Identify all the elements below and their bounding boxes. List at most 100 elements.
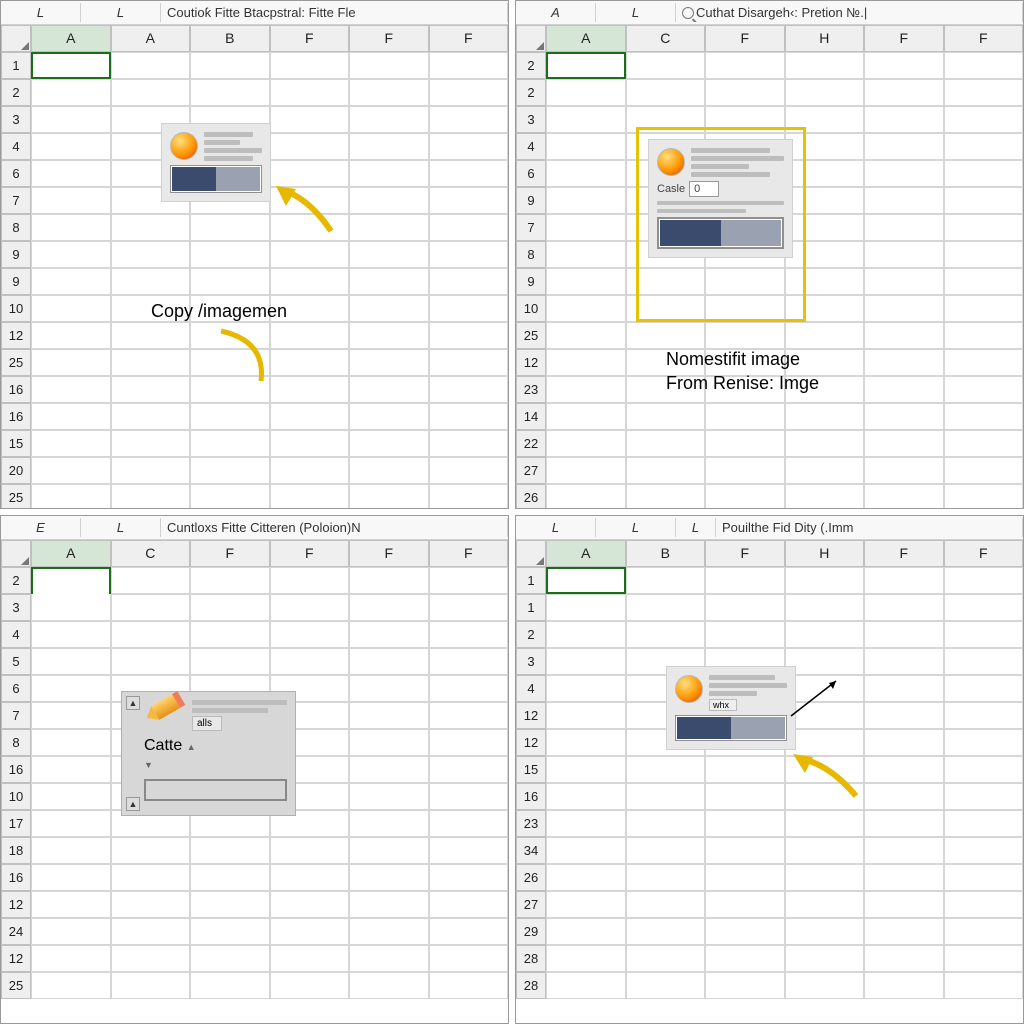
cell[interactable] [190, 214, 270, 241]
cell[interactable] [270, 756, 350, 783]
cell[interactable] [111, 268, 191, 295]
cell[interactable] [111, 810, 191, 837]
cell[interactable] [864, 106, 944, 133]
row-header[interactable]: 12 [1, 891, 31, 918]
cell[interactable] [111, 675, 191, 702]
cell[interactable] [190, 349, 270, 376]
cell[interactable] [111, 214, 191, 241]
cell[interactable] [626, 241, 706, 268]
cell[interactable] [864, 79, 944, 106]
cell[interactable] [546, 295, 626, 322]
cell[interactable] [944, 783, 1024, 810]
cell[interactable] [270, 403, 350, 430]
cell[interactable] [111, 376, 191, 403]
cell[interactable] [111, 756, 191, 783]
row-header[interactable]: 1 [516, 567, 546, 594]
cell[interactable] [864, 295, 944, 322]
cell[interactable] [429, 594, 509, 621]
column-header[interactable]: F [190, 540, 270, 567]
select-all-corner[interactable] [516, 540, 546, 567]
cell[interactable] [626, 322, 706, 349]
cell[interactable] [429, 52, 509, 79]
cell[interactable] [626, 864, 706, 891]
row-header[interactable]: 25 [1, 972, 31, 999]
cell[interactable] [349, 864, 429, 891]
cell[interactable] [349, 133, 429, 160]
cell[interactable] [864, 648, 944, 675]
cell[interactable] [111, 430, 191, 457]
cell[interactable] [349, 52, 429, 79]
cell[interactable] [429, 837, 509, 864]
cell[interactable] [546, 79, 626, 106]
cell[interactable] [429, 133, 509, 160]
cell[interactable] [944, 675, 1024, 702]
cell[interactable] [429, 918, 509, 945]
cell[interactable] [349, 945, 429, 972]
cell[interactable] [270, 567, 350, 594]
cell[interactable] [546, 349, 626, 376]
row-header[interactable]: 10 [1, 783, 31, 810]
row-header[interactable]: 7 [516, 214, 546, 241]
row-header[interactable]: 6 [1, 160, 31, 187]
cell[interactable] [190, 621, 270, 648]
cell[interactable] [626, 972, 706, 999]
cell[interactable] [190, 241, 270, 268]
row-header[interactable]: 25 [1, 349, 31, 376]
cell[interactable] [111, 133, 191, 160]
cell[interactable] [190, 457, 270, 484]
row-header[interactable]: 3 [1, 106, 31, 133]
cell[interactable] [626, 594, 706, 621]
cell[interactable] [785, 756, 865, 783]
cell[interactable] [429, 187, 509, 214]
cell[interactable] [705, 214, 785, 241]
cell[interactable] [270, 322, 350, 349]
name-box[interactable]: E [1, 518, 81, 537]
row-header[interactable]: 9 [516, 187, 546, 214]
cell[interactable] [546, 214, 626, 241]
cell[interactable] [626, 702, 706, 729]
cell[interactable] [785, 783, 865, 810]
cell[interactable] [864, 945, 944, 972]
row-header[interactable]: 12 [516, 729, 546, 756]
cell[interactable] [429, 376, 509, 403]
row-header[interactable]: 10 [516, 295, 546, 322]
column-header[interactable]: F [429, 540, 509, 567]
row-header[interactable]: 27 [516, 457, 546, 484]
cell[interactable] [31, 972, 111, 999]
column-header[interactable]: F [270, 25, 350, 52]
name-box-3[interactable]: L [676, 518, 716, 537]
cell[interactable] [705, 241, 785, 268]
cell[interactable] [429, 729, 509, 756]
cell[interactable] [546, 484, 626, 509]
cell[interactable] [31, 783, 111, 810]
row-header[interactable]: 6 [516, 160, 546, 187]
cell[interactable] [429, 864, 509, 891]
cell[interactable] [944, 702, 1024, 729]
cell[interactable] [626, 675, 706, 702]
cell[interactable] [190, 810, 270, 837]
cell[interactable] [270, 702, 350, 729]
cell[interactable] [270, 430, 350, 457]
cell[interactable] [785, 403, 865, 430]
cell[interactable] [190, 594, 270, 621]
cell[interactable] [546, 594, 626, 621]
cell[interactable] [626, 945, 706, 972]
cell[interactable] [270, 648, 350, 675]
cell[interactable] [944, 214, 1024, 241]
cell[interactable] [785, 268, 865, 295]
cell[interactable] [190, 729, 270, 756]
cell[interactable] [270, 376, 350, 403]
formula-input[interactable]: Pouilthe Fid Dity (.Imm [716, 518, 1023, 537]
cell[interactable] [111, 457, 191, 484]
cell[interactable] [864, 621, 944, 648]
spreadsheet-grid[interactable]: A C F H F F 2 2 3 4 6 9 7 8 9 10 25 12 2… [516, 25, 1023, 509]
column-header[interactable]: F [349, 540, 429, 567]
cell[interactable] [429, 430, 509, 457]
name-box-2[interactable]: L [81, 3, 161, 22]
cell[interactable] [785, 972, 865, 999]
cell[interactable] [31, 430, 111, 457]
cell[interactable] [546, 322, 626, 349]
formula-input[interactable]: Cuthat Disargeh‹: Pretion №.| [676, 3, 1023, 22]
cell[interactable] [626, 79, 706, 106]
cell[interactable] [546, 187, 626, 214]
